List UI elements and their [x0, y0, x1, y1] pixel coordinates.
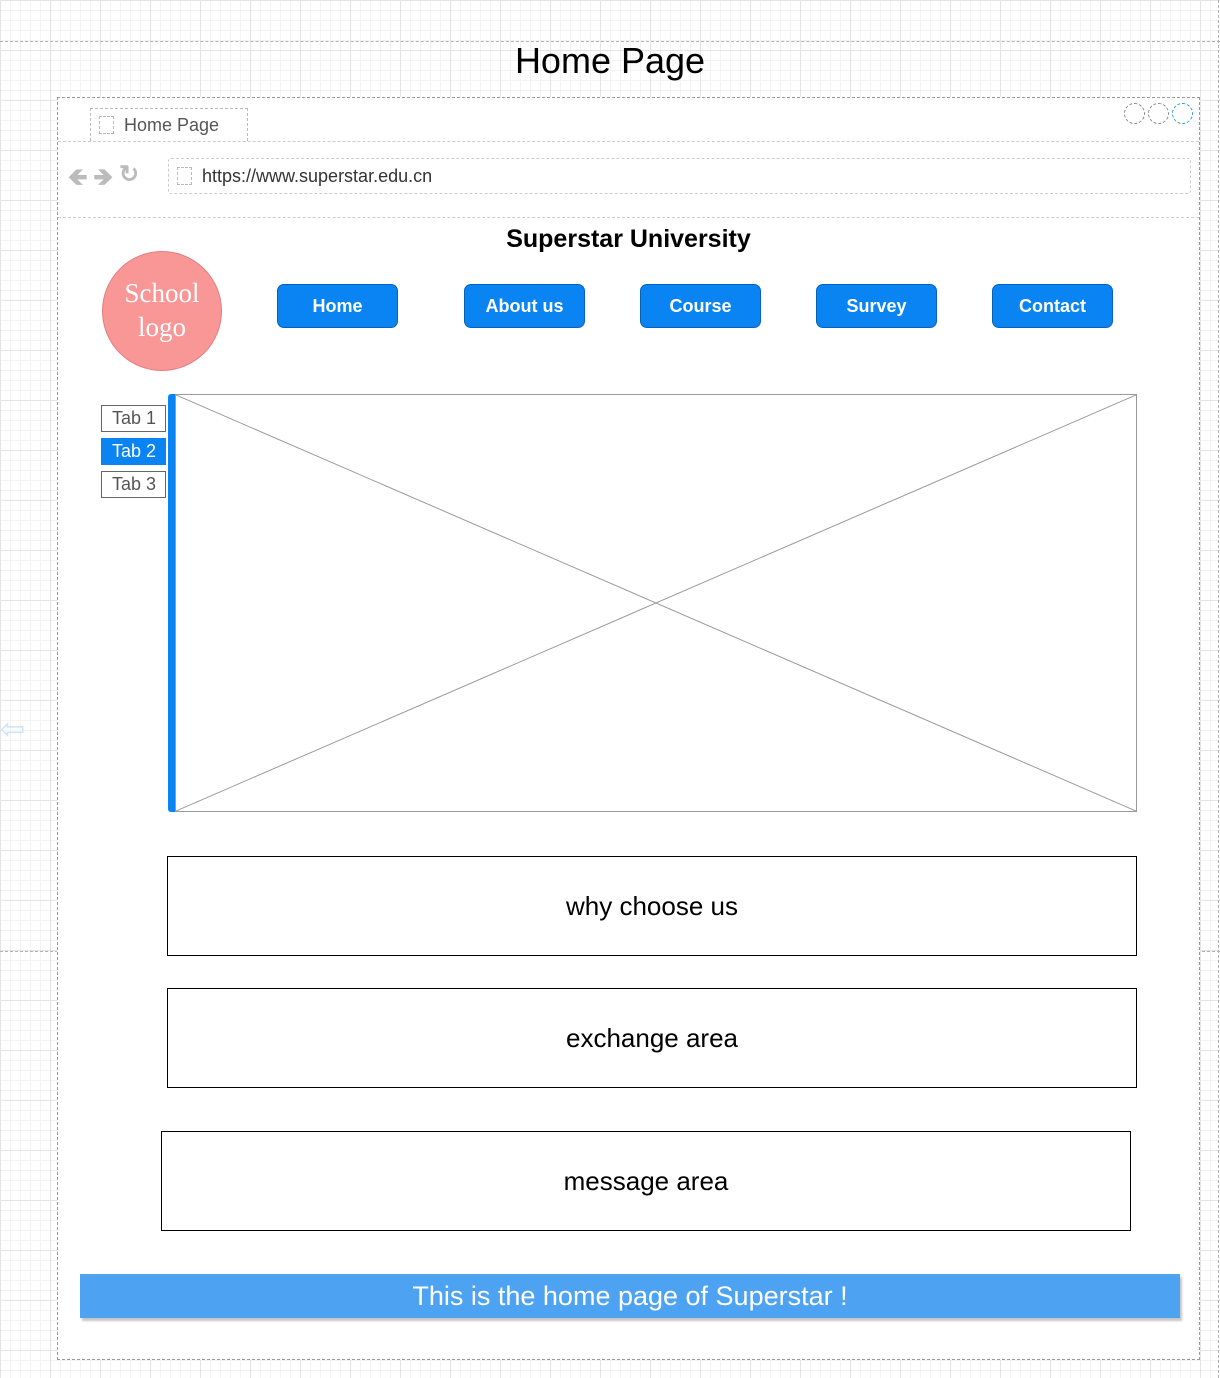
image-placeholder: [175, 394, 1137, 812]
nav-course-button[interactable]: Course: [640, 284, 761, 328]
address-bar[interactable]: https://www.superstar.edu.cn: [168, 158, 1191, 194]
side-tab-1[interactable]: Tab 1: [101, 405, 166, 432]
canvas-title: Home Page: [514, 40, 706, 81]
nav-about-button[interactable]: About us: [464, 284, 585, 328]
site-name: Superstar University: [506, 225, 751, 253]
canvas-left-arrow-icon: ⇦: [0, 713, 26, 746]
browser-nav-controls: 🡸 🡺 ↻: [68, 160, 139, 201]
page-icon: [177, 167, 192, 185]
footer-banner: This is the home page of Superstar !: [80, 1274, 1180, 1318]
tab-strip-divider: [58, 141, 1199, 142]
browser-tab-title: Home Page: [124, 114, 220, 135]
placeholder-cross-icon: [176, 395, 1136, 811]
forward-arrow-icon[interactable]: 🡺: [94, 160, 114, 201]
url-text: https://www.superstar.edu.cn: [202, 165, 433, 186]
side-tab-3[interactable]: Tab 3: [101, 471, 166, 498]
section-exchange-area[interactable]: exchange area: [167, 988, 1137, 1088]
canvas-guide-right: [1218, 0, 1219, 1378]
maximize-button[interactable]: [1148, 103, 1169, 124]
school-logo-text: School logo: [124, 278, 200, 342]
school-logo[interactable]: School logo: [102, 251, 222, 371]
section-why-choose-us[interactable]: why choose us: [167, 856, 1137, 956]
nav-survey-button[interactable]: Survey: [816, 284, 937, 328]
section-message-area[interactable]: message area: [161, 1131, 1131, 1231]
nav-home-button[interactable]: Home: [277, 284, 398, 328]
nav-contact-button[interactable]: Contact: [992, 284, 1113, 328]
page-icon: [99, 116, 114, 134]
minimize-button[interactable]: [1124, 103, 1145, 124]
window-controls: [1124, 103, 1193, 124]
toolbar-divider: [58, 217, 1199, 218]
close-button[interactable]: [1172, 103, 1193, 124]
browser-window: Home Page 🡸 🡺 ↻ https://www.superstar.ed…: [57, 97, 1200, 1360]
browser-tab[interactable]: Home Page: [90, 108, 248, 141]
side-tab-2[interactable]: Tab 2: [101, 438, 166, 465]
refresh-icon[interactable]: ↻: [119, 160, 139, 201]
back-arrow-icon[interactable]: 🡸: [68, 160, 88, 201]
